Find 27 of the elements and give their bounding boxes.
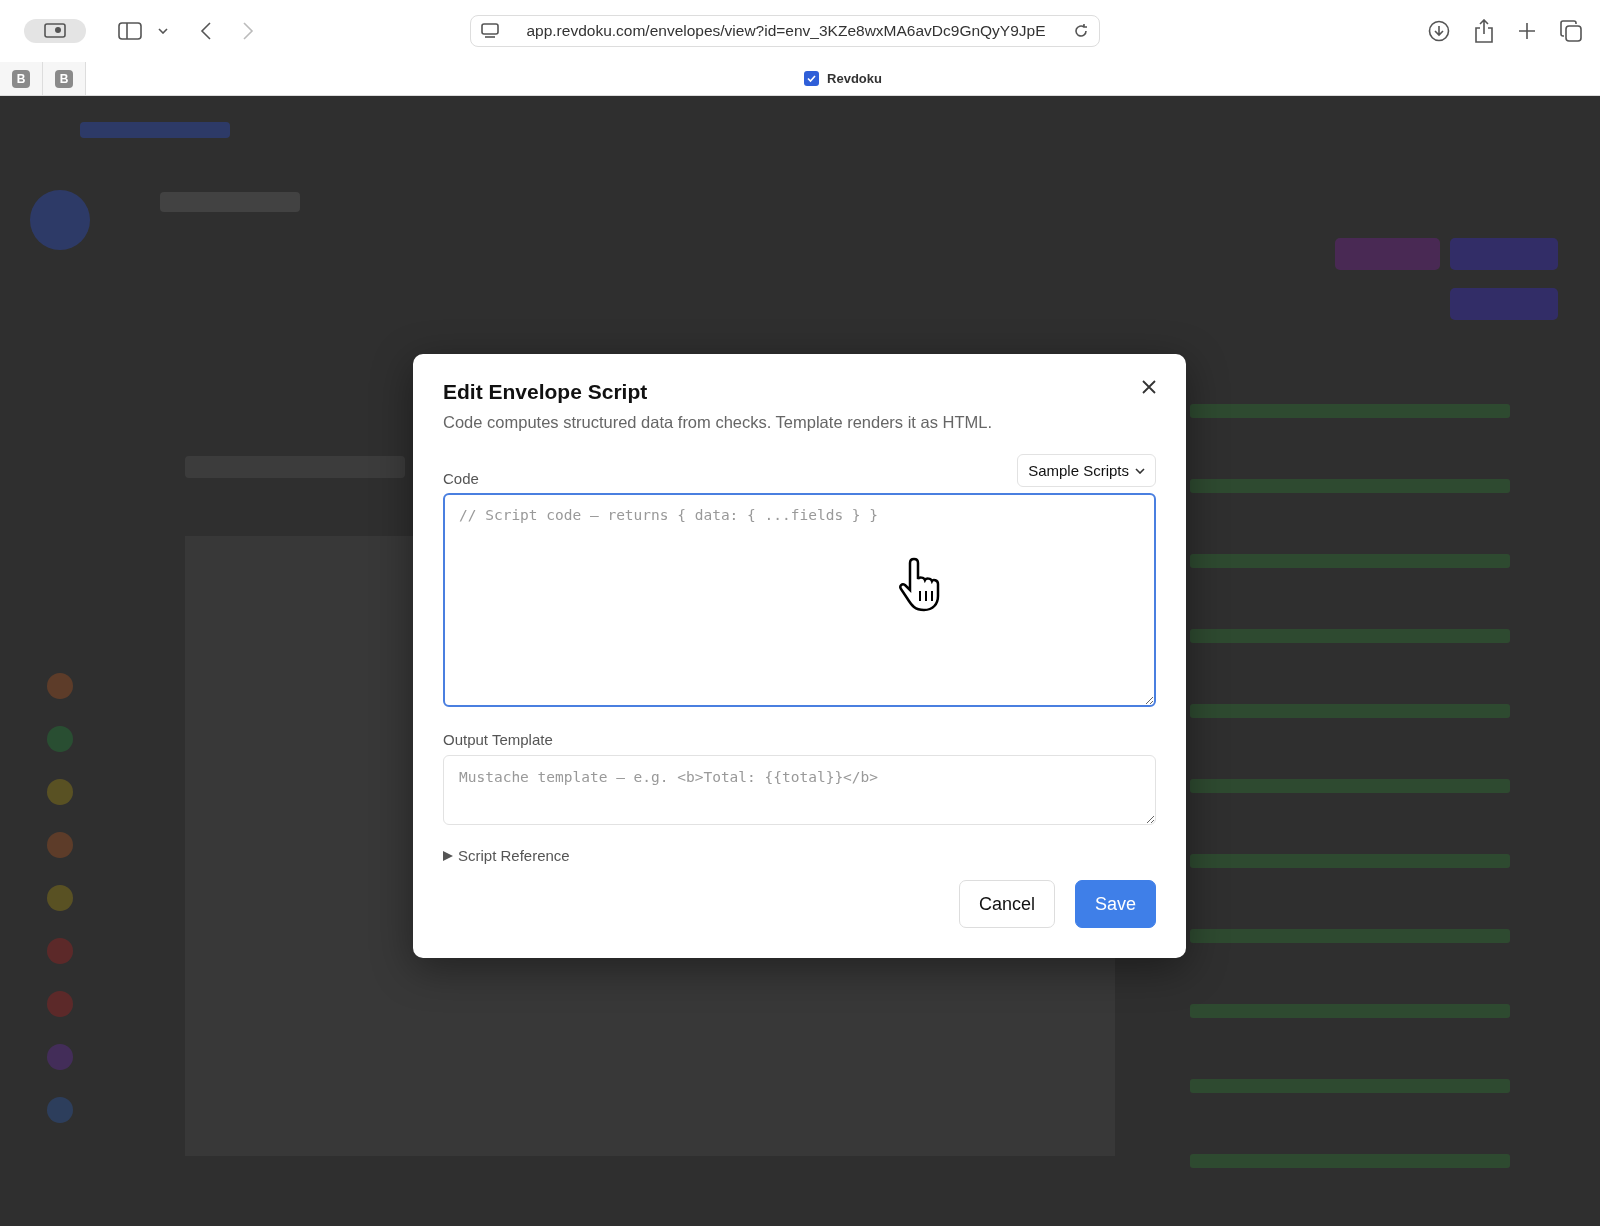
browser-tab[interactable]: Revdoku: [86, 62, 1600, 95]
code-field[interactable]: // Script code — returns { data: { ...fields } }: [443, 493, 1156, 707]
tabs-overview-icon[interactable]: [1560, 20, 1582, 42]
download-icon[interactable]: [1428, 20, 1450, 42]
reload-icon[interactable]: [1073, 23, 1089, 39]
back-icon[interactable]: [200, 22, 212, 40]
share-icon[interactable]: [1474, 19, 1494, 43]
address-bar[interactable]: app.revdoku.com/envelopes/view?id=env_3KZe8wxMA6avDc9GnQyY9JpE: [470, 15, 1100, 47]
page-icon: [481, 23, 499, 39]
dialog-subtitle: Code computes structured data from checks. Template renders it as HTML.: [443, 413, 993, 432]
dialog-title: Edit Envelope Script: [443, 380, 648, 404]
sample-scripts-dropdown[interactable]: Sample Scripts: [1017, 454, 1156, 487]
chevron-down-icon: [1135, 467, 1145, 474]
sidebar-icon[interactable]: [118, 22, 142, 40]
field-label: Code: [443, 470, 479, 487]
profile-icon: [44, 23, 66, 39]
close-icon: [1142, 380, 1156, 394]
chevron-down-icon[interactable]: [158, 28, 168, 34]
new-tab-icon[interactable]: [1518, 22, 1536, 40]
profile-button[interactable]: [24, 19, 86, 43]
template-field[interactable]: Mustache template — e.g. <b>Total: {{total}}</b>: [443, 755, 1156, 825]
checkbox-icon: [804, 71, 820, 86]
save-button[interactable]: Save: [1074, 880, 1156, 928]
triangle-icon: [443, 850, 453, 861]
field-label: Output Template: [443, 731, 553, 748]
cancel-button[interactable]: Cancel: [958, 880, 1055, 928]
script-reference-toggle[interactable]: Script Reference: [443, 847, 570, 864]
